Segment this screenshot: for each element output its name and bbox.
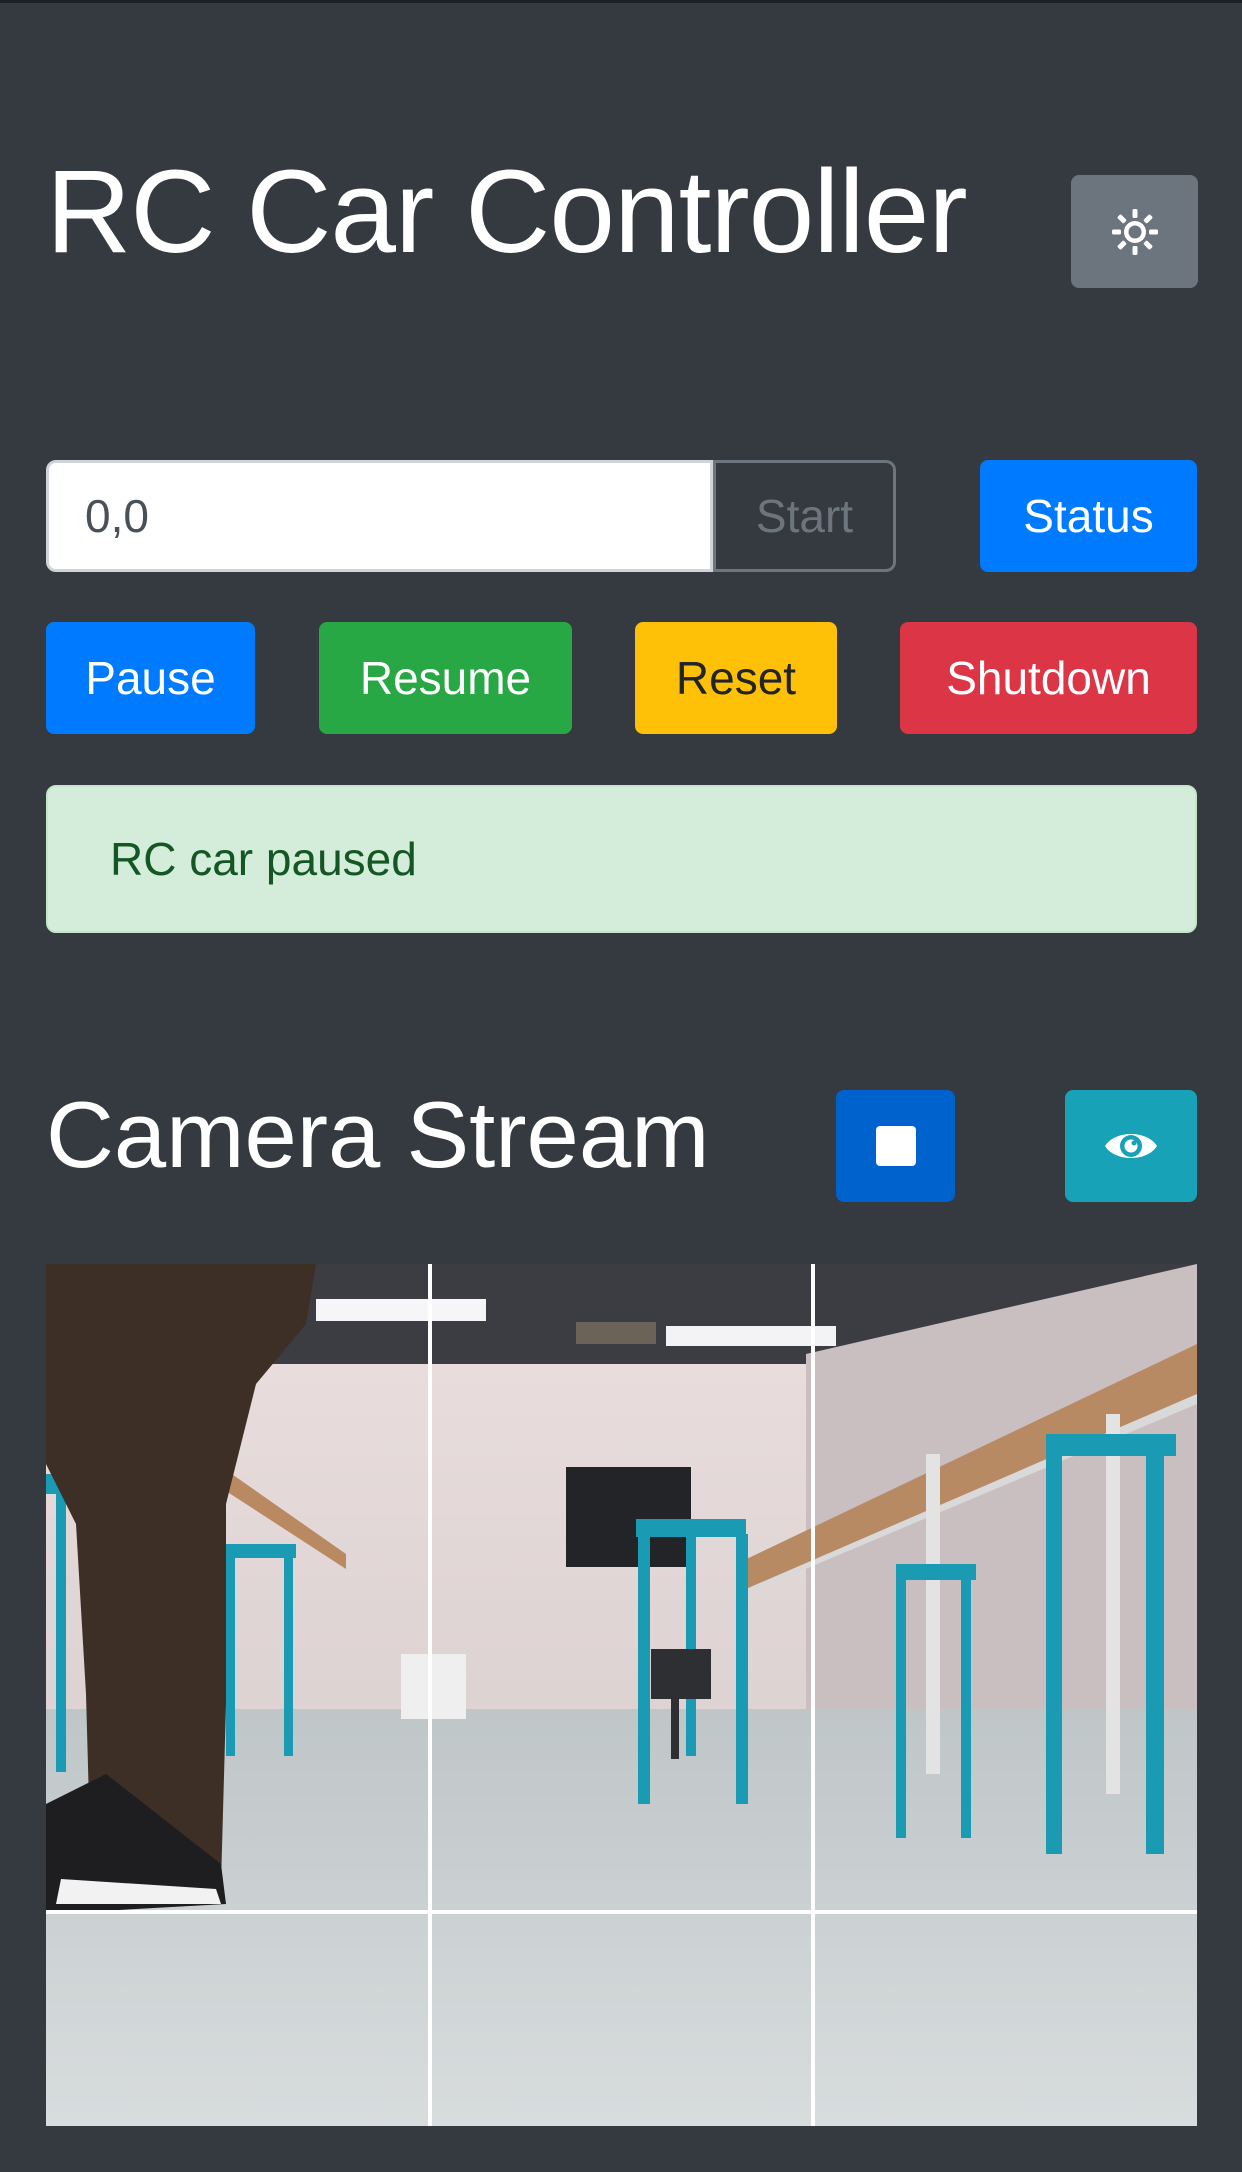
resume-button[interactable]: Resume — [319, 622, 572, 734]
pause-button[interactable]: Pause — [46, 622, 255, 734]
page-title: RC Car Controller — [46, 146, 968, 278]
reset-button[interactable]: Reset — [635, 622, 837, 734]
coordinate-input[interactable] — [46, 460, 713, 572]
stop-stream-button[interactable] — [836, 1090, 955, 1202]
alert-message: RC car paused — [110, 833, 417, 885]
status-alert: RC car paused — [46, 785, 1197, 933]
shutdown-button[interactable]: Shutdown — [900, 622, 1197, 734]
eye-icon — [1105, 1134, 1157, 1158]
camera-stream — [46, 1264, 1197, 2126]
page: RC Car Controller Start Status Pause Res… — [0, 0, 1242, 2172]
camera-frame — [46, 1264, 1197, 2126]
sun-icon — [1111, 208, 1158, 255]
start-button[interactable]: Start — [713, 460, 896, 572]
toggle-view-button[interactable] — [1065, 1090, 1197, 1202]
status-button[interactable]: Status — [980, 460, 1197, 572]
stop-icon — [875, 1126, 916, 1166]
camera-stream-title: Camera Stream — [46, 1082, 710, 1187]
theme-toggle-button[interactable] — [1071, 175, 1198, 288]
